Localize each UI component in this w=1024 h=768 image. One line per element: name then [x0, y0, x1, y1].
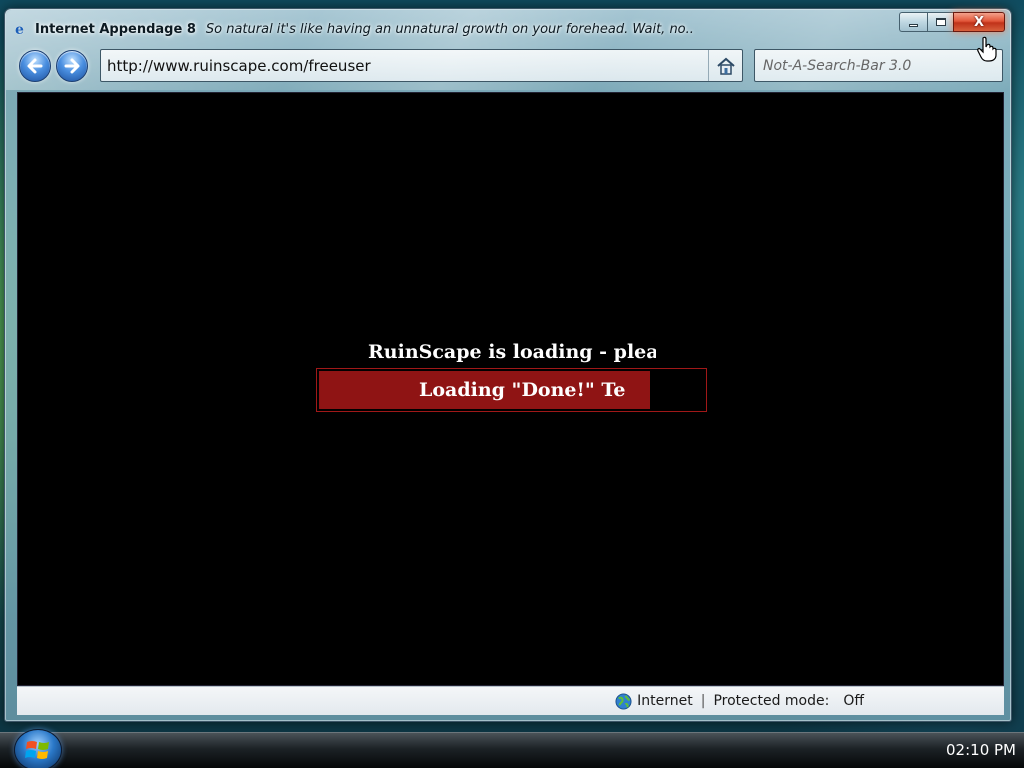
- home-button[interactable]: [708, 50, 742, 81]
- security-zone-label: Internet: [637, 693, 693, 709]
- progress-bar: Loading "Done!" Te: [316, 368, 707, 412]
- taskbar: 02:10 PM: [0, 729, 1024, 768]
- windows-logo-icon: [25, 741, 49, 759]
- ie-logo-icon: e: [15, 22, 24, 38]
- status-bar: Internet | Protected mode: Off: [17, 686, 1004, 715]
- hand-cursor-icon: [977, 36, 997, 62]
- protected-mode-label: Protected mode:: [713, 693, 830, 709]
- forward-button[interactable]: [56, 50, 88, 82]
- window-tagline: So natural it's like having an unnatural…: [205, 21, 694, 37]
- back-button[interactable]: [19, 50, 51, 82]
- maximize-icon: [935, 18, 946, 26]
- page-content: RuinScape is loading - please wa Loading…: [17, 92, 1004, 686]
- globe-icon: [615, 692, 632, 710]
- close-button[interactable]: X: [953, 12, 1005, 32]
- close-icon: X: [973, 14, 985, 30]
- browser-window: e Internet Appendage 8 So natural it's l…: [4, 8, 1012, 722]
- progress-label: Loading "Done!" Te: [419, 379, 626, 401]
- caption-buttons: X: [899, 12, 1005, 32]
- search-input[interactable]: Not-A-Search-Bar 3.0: [754, 49, 1003, 82]
- forward-arrow-icon: [64, 58, 80, 74]
- search-placeholder: Not-A-Search-Bar 3.0: [763, 57, 912, 74]
- loading-message: RuinScape is loading - please wa: [368, 341, 656, 363]
- window-title: Internet Appendage 8: [35, 21, 196, 37]
- address-bar: http://www.ruinscape.com/freeuser: [100, 49, 743, 82]
- maximize-button[interactable]: [927, 12, 953, 32]
- taskbar-clock[interactable]: 02:10 PM: [946, 733, 1016, 768]
- protected-mode-value: Off: [843, 693, 864, 709]
- status-separator: |: [700, 693, 706, 709]
- address-input[interactable]: http://www.ruinscape.com/freeuser: [101, 57, 708, 75]
- title-bar[interactable]: e Internet Appendage 8 So natural it's l…: [15, 19, 895, 39]
- progress-bar-fill: Loading "Done!" Te: [319, 371, 651, 409]
- back-arrow-icon: [27, 58, 43, 74]
- start-button[interactable]: [14, 729, 62, 768]
- minimize-button[interactable]: [899, 12, 927, 32]
- home-icon: [716, 57, 735, 75]
- minimize-icon: [909, 23, 918, 27]
